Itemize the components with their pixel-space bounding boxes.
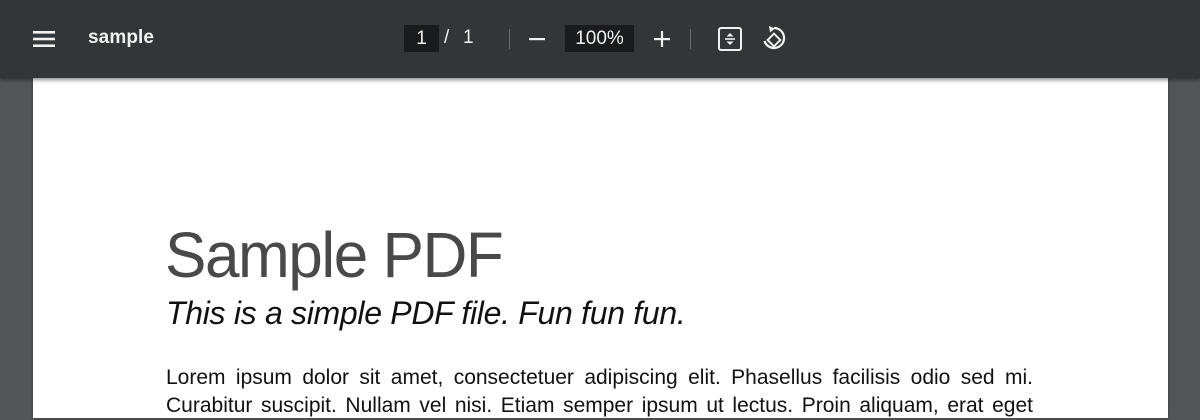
document-subheading: This is a simple PDF file. Fun fun fun.: [166, 295, 686, 331]
minus-icon: [529, 38, 545, 41]
zoom-level-input[interactable]: 100%: [565, 25, 634, 52]
fit-to-page-button[interactable]: [714, 23, 746, 55]
page-total: 1: [463, 27, 474, 48]
toolbar-divider: [690, 29, 691, 49]
plus-icon: [654, 31, 670, 47]
document-body: Lorem ipsum dolor sit amet, consectetuer…: [166, 364, 1033, 420]
body-line: Curabitur suscipit. Nullam vel nisi. Eti…: [166, 394, 1033, 417]
rotate-counterclockwise-icon: [763, 26, 786, 50]
document-heading: Sample PDF: [165, 219, 504, 291]
toolbar-divider: [509, 29, 510, 49]
document-title: sample: [88, 27, 155, 48]
pdf-page: Sample PDF This is a simple PDF file. Fu…: [33, 78, 1168, 418]
zoom-out-button[interactable]: [521, 23, 553, 55]
zoom-in-button[interactable]: [646, 23, 678, 55]
body-line: Lorem ipsum dolor sit amet, consectetuer…: [166, 366, 1033, 389]
pdf-toolbar: sample 1 / 1 100%: [0, 0, 1200, 78]
rotate-button[interactable]: [758, 22, 790, 54]
hamburger-menu-icon[interactable]: [26, 21, 62, 57]
page-separator: /: [444, 27, 450, 48]
page-number-input[interactable]: 1: [404, 25, 439, 52]
fit-to-page-icon: [718, 27, 742, 51]
